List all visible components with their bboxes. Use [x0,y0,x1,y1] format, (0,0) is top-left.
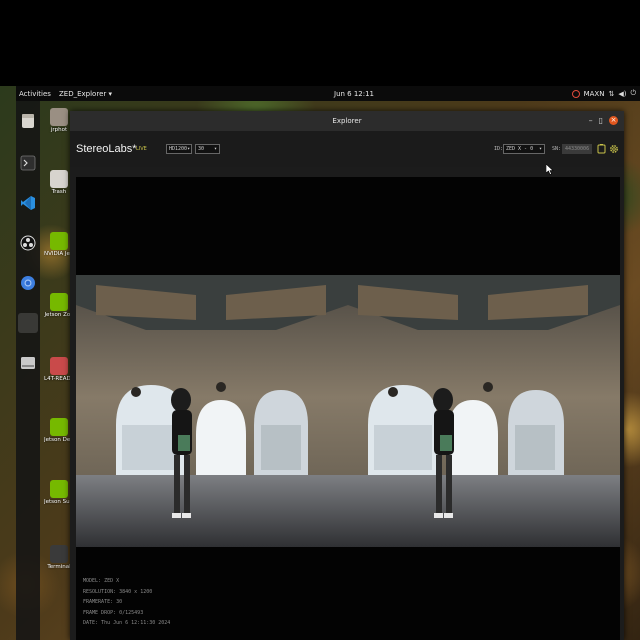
window-title: Explorer [332,117,362,125]
camera-info-panel: MODEL: ZED X RESOLUTION: 3840 x 1200 FRA… [83,576,170,629]
nvidia-icon [50,418,68,436]
clock[interactable]: Jun 6 12:11 [334,90,374,98]
chevron-down-icon: ▾ [187,146,191,152]
explorer-toolbar: StereoLabs* LIVE HD1200 ▾ 30 ▾ ID: ZED X… [70,131,624,167]
info-resolution: RESOLUTION: 3840 x 1200 [83,588,153,595]
serial-number-label: SN: [552,146,562,152]
system-tray[interactable]: MAXN ⇅ ◀) ⏻ [571,89,636,98]
dock [16,101,40,640]
stereo-video-feed [76,275,620,547]
home-folder-icon [50,108,68,126]
chevron-down-icon: ▾ [213,146,217,152]
close-icon[interactable]: × [609,116,618,125]
nvidia-icon [50,293,68,311]
volume-icon[interactable]: ◀) [618,90,626,98]
app-icon[interactable] [18,313,38,333]
terminal-icon[interactable] [18,153,38,173]
minimize-icon[interactable]: – [589,116,593,125]
drive-icon[interactable] [18,353,38,373]
resolution-select[interactable]: HD1200 ▾ [166,144,192,154]
activities-button[interactable]: Activities [19,90,51,98]
info-framerate: FRAMERATE: 30 [83,599,123,605]
chromium-icon[interactable] [18,273,38,293]
explorer-window: Explorer – ▯ × StereoLabs* LIVE HD1200 ▾… [70,111,624,640]
vscode-icon[interactable] [18,193,38,213]
power-mode-label[interactable]: MAXN [584,90,605,98]
window-titlebar[interactable]: Explorer – ▯ × [70,111,624,131]
maximize-icon[interactable]: ▯ [599,116,603,125]
camera-select[interactable]: ZED X - 0 ▾ [503,144,545,154]
info-model: MODEL: ZED X [83,578,120,584]
app-menu[interactable]: ZED_Explorer ▾ [59,90,112,98]
power-icon[interactable]: ⏻ [630,89,636,98]
obs-icon[interactable] [18,233,38,253]
video-viewer: MODEL: ZED X RESOLUTION: 3840 x 1200 FRA… [76,177,620,640]
left-camera-frame [76,275,348,547]
chevron-down-icon: ▾ [538,146,542,152]
camera-id-label: ID: [494,146,504,152]
serial-number-field[interactable]: 44330006 [562,144,592,154]
folder-icon [50,357,68,375]
system-top-bar: Activities ZED_Explorer ▾ Jun 6 12:11 MA… [16,86,640,101]
nvidia-icon [50,232,68,250]
right-camera-frame [348,275,620,547]
terminal-icon [50,545,68,563]
record-icon[interactable] [596,143,607,154]
trash-icon [50,170,68,188]
live-indicator: LIVE [136,146,147,152]
file-manager-icon[interactable] [18,111,38,131]
brand-logo: StereoLabs* [76,143,137,155]
nvidia-icon [50,480,68,498]
info-frame-drop: FRAME DROP: 0/125493 [83,609,144,616]
info-date: DATE: Thu Jun 6 12:11:30 2024 [83,620,171,626]
network-icon[interactable]: ⇅ [608,90,614,98]
fps-select[interactable]: 30 ▾ [195,144,220,154]
gear-icon[interactable] [608,143,619,154]
nvidia-icon[interactable] [571,89,580,98]
